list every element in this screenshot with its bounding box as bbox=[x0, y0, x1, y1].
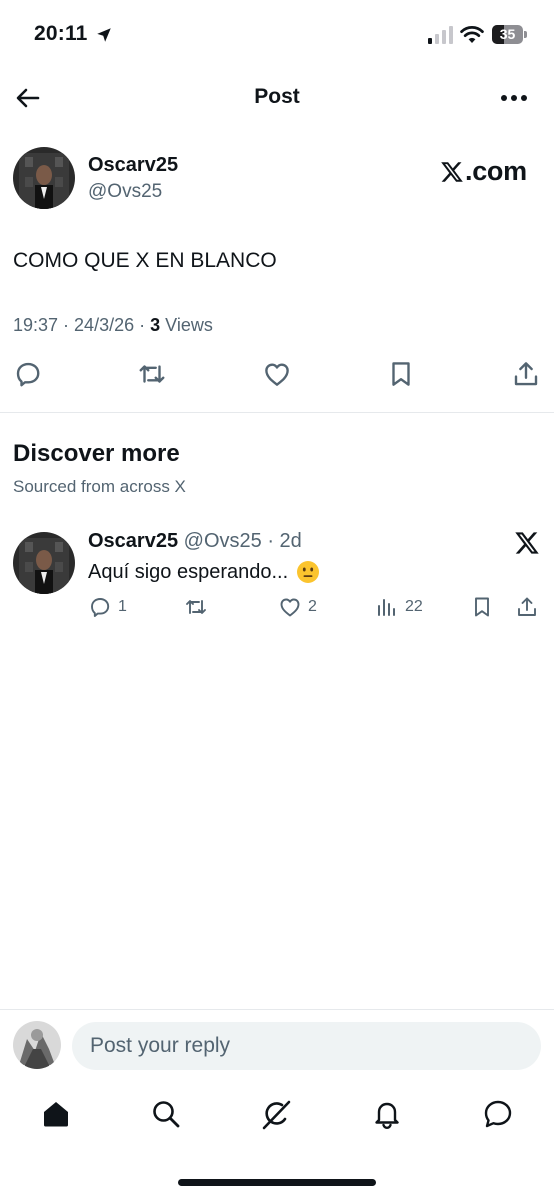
card-share-button[interactable] bbox=[515, 595, 539, 619]
header: Post bbox=[0, 72, 554, 124]
author-handle[interactable]: @Ovs25 bbox=[88, 181, 162, 203]
wifi-icon bbox=[460, 26, 484, 43]
share-icon bbox=[514, 362, 538, 386]
grok-icon bbox=[262, 1100, 291, 1130]
card-separator: · bbox=[267, 530, 274, 552]
post-time: 19:37 bbox=[13, 315, 59, 335]
views-label: Views bbox=[165, 315, 213, 335]
card-reply-count: 1 bbox=[118, 598, 127, 615]
divider bbox=[0, 412, 554, 413]
discover-subtitle: Sourced from across X bbox=[13, 477, 186, 496]
card-author-handle[interactable]: @Ovs25 bbox=[184, 530, 262, 552]
card-like-count: 2 bbox=[308, 598, 317, 615]
bookmark-icon bbox=[392, 362, 410, 386]
tab-home[interactable] bbox=[40, 1098, 72, 1130]
reply-input[interactable] bbox=[72, 1022, 541, 1070]
xcom-logo-text: .com bbox=[465, 156, 527, 186]
like-icon bbox=[280, 598, 300, 617]
tab-notifications[interactable] bbox=[371, 1098, 403, 1130]
card-like-button[interactable]: 2 bbox=[278, 595, 317, 619]
card-reply-button[interactable]: 1 bbox=[88, 595, 127, 619]
x-logo-icon bbox=[441, 161, 463, 182]
battery-icon: 35 bbox=[492, 25, 527, 44]
card-repost-button[interactable] bbox=[184, 595, 208, 619]
home-indicator bbox=[178, 1179, 376, 1186]
post-meta: 19:37 · 24/3/26 · 3 Views bbox=[13, 315, 213, 335]
card-author-name[interactable]: Oscarv25 bbox=[88, 530, 178, 552]
views-icon bbox=[378, 599, 395, 616]
notifications-icon bbox=[375, 1102, 399, 1130]
discover-title: Discover more bbox=[13, 440, 180, 467]
card-text: Aquí sigo esperando... bbox=[88, 560, 320, 584]
status-bar: 20:11 35 bbox=[0, 0, 554, 70]
messages-icon bbox=[484, 1100, 512, 1128]
reply-icon bbox=[16, 362, 40, 387]
card-text-content: Aquí sigo esperando... bbox=[88, 560, 289, 583]
page-title: Post bbox=[254, 85, 300, 108]
share-icon bbox=[518, 597, 536, 616]
card-header[interactable]: Oscarv25 @Ovs25 · 2d bbox=[88, 530, 302, 553]
reply-bar-divider bbox=[0, 1009, 554, 1010]
tab-messages[interactable] bbox=[482, 1098, 514, 1130]
like-button[interactable] bbox=[262, 359, 292, 389]
repost-button[interactable] bbox=[137, 359, 167, 389]
card-age: 2d bbox=[279, 530, 302, 552]
xcom-logo: .com bbox=[440, 156, 527, 187]
reply-icon bbox=[91, 598, 110, 617]
status-time: 20:11 bbox=[34, 22, 88, 45]
post-date: 24/3/26 bbox=[74, 315, 135, 335]
my-avatar[interactable] bbox=[13, 1021, 61, 1069]
tab-search[interactable] bbox=[150, 1098, 182, 1130]
card-views-button[interactable]: 22 bbox=[375, 595, 423, 619]
card-author-avatar[interactable] bbox=[13, 532, 75, 594]
more-icon[interactable] bbox=[498, 84, 530, 112]
author-avatar[interactable] bbox=[13, 147, 75, 209]
repost-icon bbox=[139, 365, 165, 383]
search-icon bbox=[153, 1101, 180, 1128]
share-button[interactable] bbox=[511, 359, 541, 389]
views-count: 3 bbox=[150, 315, 161, 335]
card-views-count: 22 bbox=[405, 598, 423, 615]
like-icon bbox=[265, 363, 289, 386]
x-logo-icon bbox=[515, 532, 539, 554]
home-icon bbox=[44, 1102, 68, 1127]
author-name[interactable]: Oscarv25 bbox=[88, 154, 178, 177]
reply-button[interactable] bbox=[13, 359, 43, 389]
bookmark-icon bbox=[475, 597, 489, 617]
repost-icon bbox=[186, 600, 206, 614]
battery-level: 35 bbox=[499, 26, 516, 42]
neutral-face-emoji-icon bbox=[297, 561, 320, 583]
post-text: COMO QUE X EN BLANCO bbox=[13, 249, 277, 272]
signal-icon bbox=[428, 26, 453, 44]
card-bookmark-button[interactable] bbox=[470, 595, 494, 619]
tab-grok[interactable] bbox=[260, 1098, 292, 1130]
bookmark-button[interactable] bbox=[386, 359, 416, 389]
location-arrow-icon bbox=[97, 28, 111, 42]
